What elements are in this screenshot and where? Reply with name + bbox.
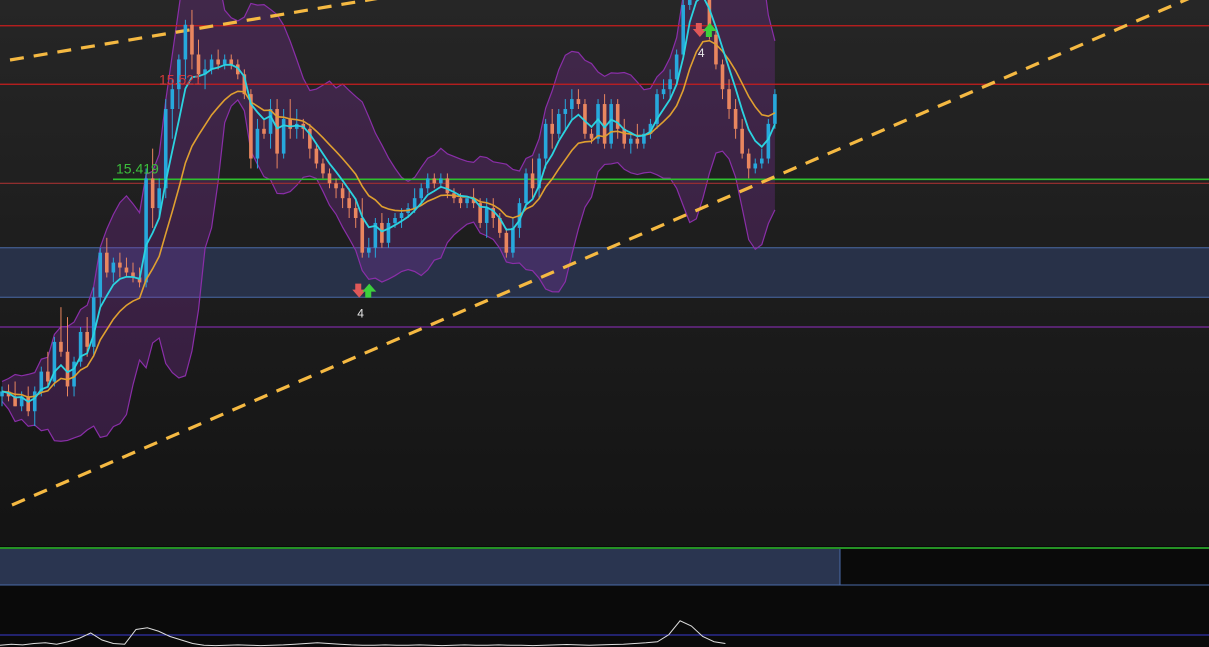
candle-body[interactable] <box>746 153 751 169</box>
candle-body[interactable] <box>465 198 469 204</box>
candle-body[interactable] <box>543 123 548 159</box>
candle-body[interactable] <box>504 232 509 253</box>
candle-body[interactable] <box>347 198 351 209</box>
signal-count: 4 <box>698 46 705 60</box>
candle-body[interactable] <box>340 188 345 199</box>
candle-body[interactable] <box>334 183 338 189</box>
candle-body[interactable] <box>268 109 273 134</box>
candle-body[interactable] <box>668 79 672 90</box>
candle-body[interactable] <box>353 208 358 218</box>
candle-body[interactable] <box>661 89 666 95</box>
candle-body[interactable] <box>150 178 155 209</box>
candle-body[interactable] <box>511 227 515 253</box>
candle-body[interactable] <box>524 173 528 204</box>
candle-body[interactable] <box>144 178 148 283</box>
candle-body[interactable] <box>85 331 89 347</box>
candle-body[interactable] <box>484 208 489 223</box>
candle-body[interactable] <box>222 59 227 65</box>
candle-body[interactable] <box>602 104 607 144</box>
candle-body[interactable] <box>458 198 463 204</box>
candle-body[interactable] <box>281 118 286 154</box>
candle-body[interactable] <box>170 89 175 109</box>
candle-body[interactable] <box>321 163 325 174</box>
candle-body[interactable] <box>714 34 718 65</box>
candle-body[interactable] <box>190 24 194 55</box>
candle-body[interactable] <box>570 99 574 109</box>
candle-body[interactable] <box>59 341 63 352</box>
candle-body[interactable] <box>425 178 430 189</box>
candle-body[interactable] <box>445 178 450 194</box>
candle-body[interactable] <box>635 138 640 144</box>
candle-body[interactable] <box>327 173 332 184</box>
candle-body[interactable] <box>262 128 266 134</box>
candle-body[interactable] <box>124 267 129 273</box>
candle-body[interactable] <box>216 59 220 65</box>
price-chart: 15.521 15.419 4 4 <box>0 0 1209 647</box>
candle-body[interactable] <box>157 188 161 209</box>
candle-body[interactable] <box>183 24 188 60</box>
indicator-zone <box>0 549 840 585</box>
candle-body[interactable] <box>32 391 37 412</box>
candle-body[interactable] <box>439 178 443 184</box>
candle-body[interactable] <box>753 163 758 169</box>
candle-body[interactable] <box>530 173 535 189</box>
candle-body[interactable] <box>432 178 437 184</box>
candle-body[interactable] <box>118 262 122 268</box>
price-label: 15.521 <box>159 71 202 87</box>
candle-body[interactable] <box>720 64 725 90</box>
candle-body[interactable] <box>773 94 777 124</box>
candle-body[interactable] <box>314 148 319 164</box>
candle-body[interactable] <box>209 59 214 70</box>
candle-body[interactable] <box>419 188 423 199</box>
candle-body[interactable] <box>229 59 234 65</box>
candle-body[interactable] <box>26 396 30 412</box>
candle-body[interactable] <box>563 109 568 114</box>
candle-body[interactable] <box>576 99 581 105</box>
candle-body[interactable] <box>367 247 371 253</box>
candle-body[interactable] <box>98 252 103 298</box>
candle-body[interactable] <box>399 213 404 218</box>
candle-body[interactable] <box>111 262 116 273</box>
candle-body[interactable] <box>589 133 594 139</box>
indicator-panel[interactable] <box>0 546 1209 647</box>
candle-body[interactable] <box>386 222 391 243</box>
candle-body[interactable] <box>105 252 109 273</box>
candle-body[interactable] <box>727 89 731 109</box>
candle-body[interactable] <box>556 113 561 134</box>
candle-body[interactable] <box>609 104 613 144</box>
candle-body[interactable] <box>740 128 744 154</box>
candle-body[interactable] <box>760 158 764 164</box>
candle-body[interactable] <box>360 218 365 253</box>
candle-body[interactable] <box>687 0 692 5</box>
candle-body[interactable] <box>46 371 50 382</box>
candle-body[interactable] <box>412 198 417 209</box>
candle-body[interactable] <box>393 218 397 223</box>
candle-body[interactable] <box>550 123 554 134</box>
candle-body[interactable] <box>733 109 738 129</box>
candle-body[interactable] <box>65 351 70 387</box>
candle-body[interactable] <box>255 128 260 159</box>
candle-body[interactable] <box>380 222 384 243</box>
signal-count: 4 <box>357 307 364 321</box>
candle-body[interactable] <box>629 138 633 144</box>
price-label: 15.419 <box>116 160 159 176</box>
